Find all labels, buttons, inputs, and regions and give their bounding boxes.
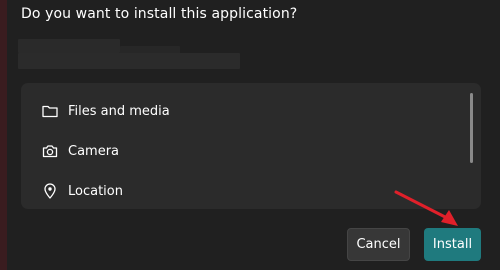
annotation-arrow-icon: [394, 190, 458, 226]
